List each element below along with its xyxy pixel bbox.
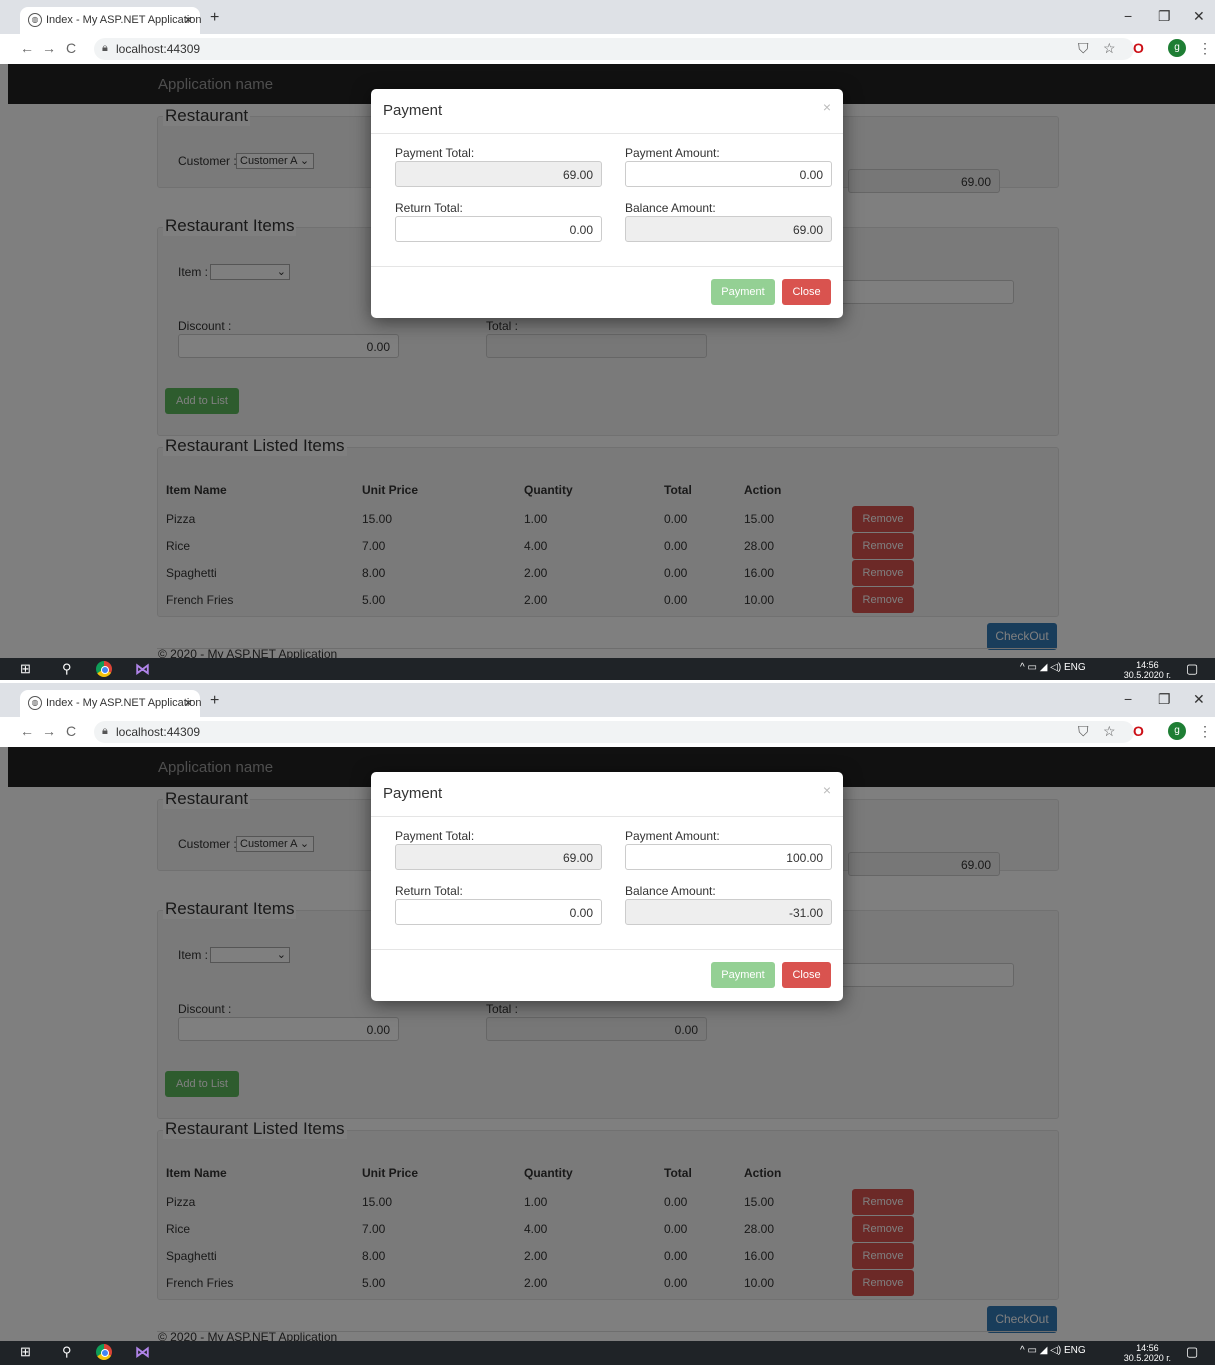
payment-modal: Payment × Payment Total: 69.00 Payment A… bbox=[371, 89, 843, 318]
payment-amount-field[interactable]: 100.00 bbox=[625, 844, 832, 870]
visual-studio-icon[interactable]: ⋈ bbox=[135, 1343, 150, 1361]
forward-icon[interactable]: → bbox=[42, 40, 56, 56]
clock-time: 14:56 bbox=[1136, 660, 1159, 670]
modal-title: Payment bbox=[383, 102, 443, 119]
taskbar: ⊞ ⚲ ⋈ ^ ▭ ◢ ◁) ENG 14:56 30.5.2020 г. ▢ bbox=[0, 1341, 1215, 1365]
system-tray[interactable]: ^ ▭ ◢ ◁) ENG bbox=[1020, 662, 1086, 673]
restore-icon[interactable]: ❐ bbox=[1158, 691, 1171, 708]
browser-tab[interactable]: ◍ Index - My ASP.NET Application × bbox=[20, 690, 202, 717]
profile-avatar[interactable]: g bbox=[1168, 722, 1186, 740]
screenshot-frame-1: ◍ Index - My ASP.NET Application × + − ❐… bbox=[0, 0, 1215, 680]
translate-icon[interactable]: ⛉ bbox=[1078, 723, 1089, 740]
visual-studio-icon[interactable]: ⋈ bbox=[135, 660, 150, 678]
clock[interactable]: 14:56 30.5.2020 г. bbox=[1124, 1343, 1171, 1363]
clock-date: 30.5.2020 г. bbox=[1123, 1353, 1171, 1363]
bookmark-star-icon[interactable]: ☆ bbox=[1103, 40, 1116, 57]
url-text: localhost:44309 bbox=[116, 42, 201, 56]
close-window-icon[interactable]: ✕ bbox=[1193, 8, 1205, 25]
modal-header-divider bbox=[371, 816, 843, 817]
start-icon[interactable]: ⊞ bbox=[20, 1344, 31, 1360]
chrome-icon[interactable] bbox=[96, 1344, 112, 1360]
clock[interactable]: 14:56 30.5.2020 г. bbox=[1124, 660, 1171, 680]
payment-button[interactable]: Payment bbox=[711, 962, 775, 988]
opera-icon[interactable]: O bbox=[1133, 40, 1144, 56]
chrome-icon[interactable] bbox=[96, 661, 112, 677]
reload-icon[interactable]: C bbox=[66, 40, 76, 56]
globe-icon: ◍ bbox=[28, 13, 42, 27]
globe-icon: ◍ bbox=[28, 696, 42, 710]
search-icon[interactable]: ⚲ bbox=[62, 661, 72, 677]
address-bar-row: ← → C 🔒︎ localhost:44309 ⛉ ☆ O g ⋮ bbox=[0, 34, 1215, 65]
clock-date: 30.5.2020 г. bbox=[1123, 670, 1171, 680]
tab-title: Index - My ASP.NET Application bbox=[46, 14, 202, 26]
browser-tab[interactable]: ◍ Index - My ASP.NET Application × bbox=[20, 7, 202, 34]
payment-amount-label: Payment Amount: bbox=[625, 146, 720, 160]
return-total-label: Return Total: bbox=[395, 201, 463, 215]
payment-amount-label: Payment Amount: bbox=[625, 829, 720, 843]
modal-footer-divider bbox=[371, 266, 843, 267]
back-icon[interactable]: ← bbox=[20, 723, 34, 739]
modal-title: Payment bbox=[383, 785, 443, 802]
lock-icon: 🔒︎ bbox=[102, 42, 108, 54]
close-window-icon[interactable]: ✕ bbox=[1193, 691, 1205, 708]
return-total-field[interactable]: 0.00 bbox=[395, 899, 602, 925]
bookmark-star-icon[interactable]: ☆ bbox=[1103, 723, 1116, 740]
profile-avatar[interactable]: g bbox=[1168, 39, 1186, 57]
taskbar: ⊞ ⚲ ⋈ ^ ▭ ◢ ◁) ENG 14:56 30.5.2020 г. ▢ bbox=[0, 658, 1215, 680]
menu-icon[interactable]: ⋮ bbox=[1198, 723, 1212, 740]
payment-amount-field[interactable]: 0.00 bbox=[625, 161, 832, 187]
balance-amount-field: -31.00 bbox=[625, 899, 832, 925]
balance-amount-label: Balance Amount: bbox=[625, 201, 716, 215]
system-tray[interactable]: ^ ▭ ◢ ◁) ENG bbox=[1020, 1345, 1086, 1356]
lock-icon: 🔒︎ bbox=[102, 725, 108, 737]
modal-close-icon[interactable]: × bbox=[823, 99, 831, 115]
url-field[interactable]: 🔒︎ localhost:44309 bbox=[94, 721, 1134, 743]
back-icon[interactable]: ← bbox=[20, 40, 34, 56]
return-total-label: Return Total: bbox=[395, 884, 463, 898]
balance-amount-label: Balance Amount: bbox=[625, 884, 716, 898]
modal-close-button[interactable]: Close bbox=[782, 962, 831, 988]
return-total-field[interactable]: 0.00 bbox=[395, 216, 602, 242]
payment-button[interactable]: Payment bbox=[711, 279, 775, 305]
translate-icon[interactable]: ⛉ bbox=[1078, 40, 1089, 57]
screenshot-frame-2: ◍ Index - My ASP.NET Application × + − ❐… bbox=[0, 683, 1215, 1365]
new-tab-icon[interactable]: + bbox=[210, 692, 219, 710]
modal-header-divider bbox=[371, 133, 843, 134]
payment-total-label: Payment Total: bbox=[395, 146, 475, 160]
balance-amount-field: 69.00 bbox=[625, 216, 832, 242]
notifications-icon[interactable]: ▢ bbox=[1186, 661, 1198, 677]
modal-close-button[interactable]: Close bbox=[782, 279, 831, 305]
tab-strip: ◍ Index - My ASP.NET Application × + − ❐… bbox=[0, 0, 1215, 34]
start-icon[interactable]: ⊞ bbox=[20, 661, 31, 677]
restore-icon[interactable]: ❐ bbox=[1158, 8, 1171, 25]
modal-footer-divider bbox=[371, 949, 843, 950]
payment-total-field: 69.00 bbox=[395, 844, 602, 870]
tab-close-icon[interactable]: × bbox=[184, 12, 192, 27]
reload-icon[interactable]: C bbox=[66, 723, 76, 739]
new-tab-icon[interactable]: + bbox=[210, 9, 219, 27]
opera-icon[interactable]: O bbox=[1133, 723, 1144, 739]
tab-strip: ◍ Index - My ASP.NET Application × + − ❐… bbox=[0, 683, 1215, 717]
clock-time: 14:56 bbox=[1136, 1343, 1159, 1353]
menu-icon[interactable]: ⋮ bbox=[1198, 40, 1212, 57]
page: Application name Customer : Customer A ⌄… bbox=[0, 64, 1215, 658]
page: Application name Customer : Customer A ⌄… bbox=[0, 747, 1215, 1341]
address-bar-row: ← → C 🔒︎ localhost:44309 ⛉ ☆ O g ⋮ bbox=[0, 717, 1215, 748]
minimize-icon[interactable]: − bbox=[1124, 691, 1132, 707]
payment-modal: Payment × Payment Total: 69.00 Payment A… bbox=[371, 772, 843, 1001]
modal-close-icon[interactable]: × bbox=[823, 782, 831, 798]
search-icon[interactable]: ⚲ bbox=[62, 1344, 72, 1360]
minimize-icon[interactable]: − bbox=[1124, 8, 1132, 24]
payment-total-label: Payment Total: bbox=[395, 829, 475, 843]
forward-icon[interactable]: → bbox=[42, 723, 56, 739]
url-field[interactable]: 🔒︎ localhost:44309 bbox=[94, 38, 1134, 60]
tab-close-icon[interactable]: × bbox=[184, 695, 192, 710]
notifications-icon[interactable]: ▢ bbox=[1186, 1344, 1198, 1360]
payment-total-field: 69.00 bbox=[395, 161, 602, 187]
tab-title: Index - My ASP.NET Application bbox=[46, 697, 202, 709]
url-text: localhost:44309 bbox=[116, 725, 201, 739]
